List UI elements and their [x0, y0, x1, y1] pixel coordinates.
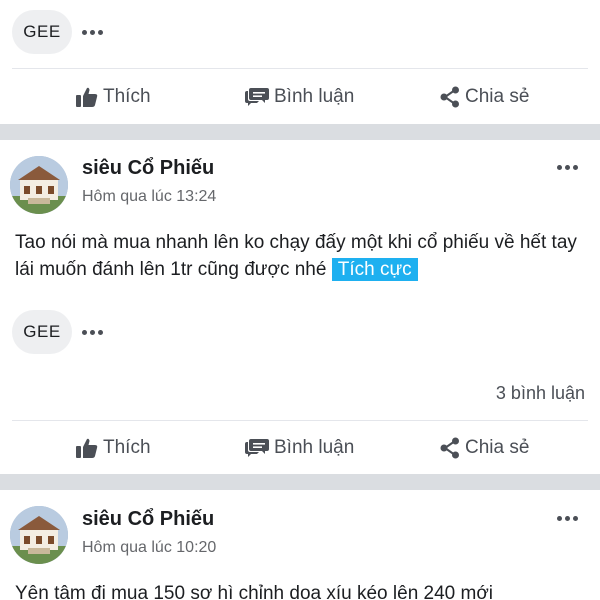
thumbs-up-icon	[76, 87, 98, 107]
avatar[interactable]	[10, 156, 68, 214]
more-dots-icon[interactable]	[557, 513, 578, 523]
share-label: Chia sẻ	[465, 437, 530, 458]
comment-icon	[245, 439, 269, 457]
post-body: Yên tâm đi mua 150 sơ hì chỉnh dọa xíu k…	[15, 580, 588, 600]
post-separator	[0, 124, 600, 140]
post-timestamp[interactable]: Hôm qua lúc 13:24	[82, 188, 216, 206]
reaction-chip[interactable]: GEE	[12, 10, 72, 54]
comment-button[interactable]: Bình luận	[245, 428, 354, 468]
more-dots-icon[interactable]	[82, 327, 103, 337]
share-button[interactable]: Chia sẻ	[440, 428, 529, 468]
share-button[interactable]: Chia sẻ	[440, 77, 529, 117]
share-icon	[440, 86, 459, 108]
reaction-chip[interactable]: GEE	[12, 310, 72, 354]
post-timestamp[interactable]: Hôm qua lúc 10:20	[82, 539, 216, 557]
post-actions: Thích Bình luận Chia sẻ	[0, 77, 600, 117]
more-dots-icon[interactable]	[557, 162, 578, 172]
comment-label: Bình luận	[274, 86, 355, 107]
share-label: Chia sẻ	[465, 86, 530, 107]
author-name[interactable]: siêu Cổ Phiếu	[82, 508, 214, 531]
divider	[12, 68, 588, 69]
avatar[interactable]	[10, 506, 68, 564]
like-label: Thích	[103, 86, 151, 107]
like-button[interactable]: Thích	[76, 77, 151, 117]
share-icon	[440, 437, 459, 459]
post-body: Tao nói mà mua nhanh lên ko chạy đấy một…	[15, 229, 588, 283]
like-button[interactable]: Thích	[76, 428, 151, 468]
thumbs-up-icon	[76, 438, 98, 458]
author-name[interactable]: siêu Cổ Phiếu	[82, 157, 214, 180]
post-text: Yên tâm đi mua 150 sơ hì chỉnh dọa xíu k…	[15, 583, 494, 600]
like-label: Thích	[103, 437, 151, 458]
comment-count[interactable]: 3 bình luận	[496, 383, 585, 404]
post-separator	[0, 474, 600, 490]
divider	[12, 420, 588, 421]
sentiment-tag[interactable]: Tích cực	[331, 258, 418, 281]
comment-icon	[245, 88, 269, 106]
post-actions: Thích Bình luận Chia sẻ	[0, 428, 600, 468]
comment-label: Bình luận	[274, 437, 355, 458]
more-dots-icon[interactable]	[82, 27, 103, 37]
comment-button[interactable]: Bình luận	[245, 77, 354, 117]
post-text: Tao nói mà mua nhanh lên ko chạy đấy một…	[15, 232, 577, 280]
